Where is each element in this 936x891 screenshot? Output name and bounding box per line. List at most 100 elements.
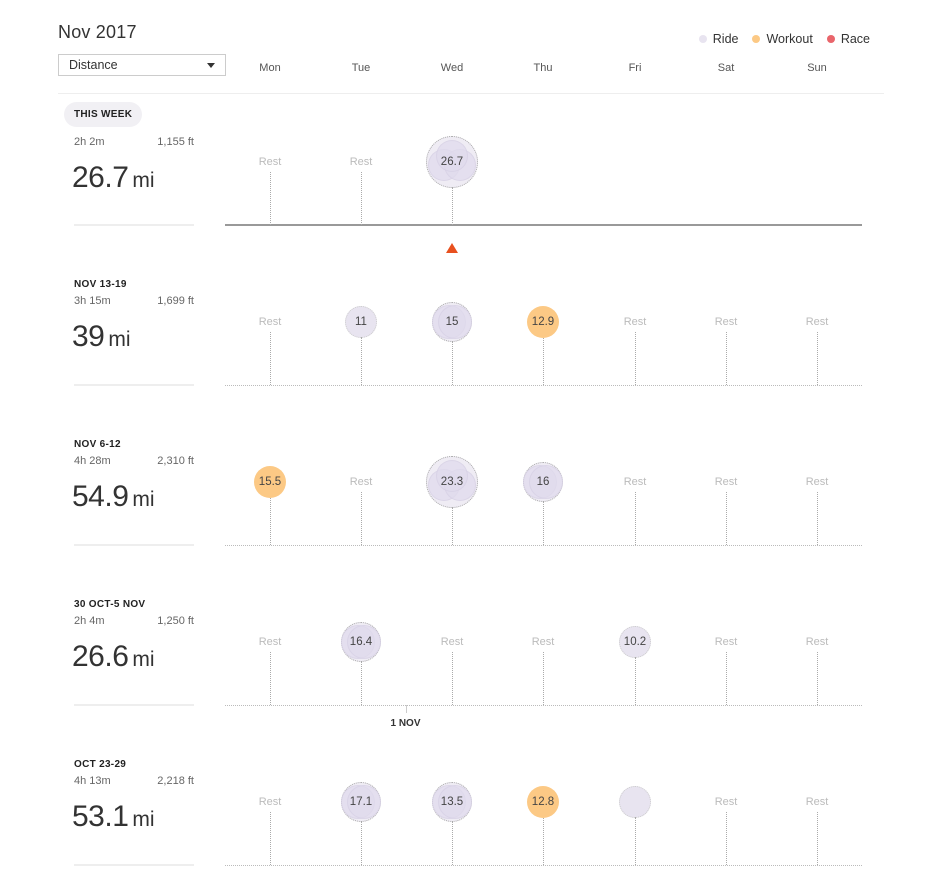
rest-label: Rest [258,796,282,808]
week-distance: 53.1 mi [72,800,155,834]
rest-label: Rest [714,316,738,328]
workout-bubble[interactable]: 12.8 [527,786,559,818]
week-baseline [225,865,862,866]
bubble-value: 16.4 [349,636,373,648]
day-header-fri: Fri [628,62,642,74]
page-title: Nov 2017 [58,22,137,42]
week-divider [74,384,194,386]
day-stem [726,332,727,385]
legend: Ride Workout Race [698,32,870,46]
bubble-value: 17.1 [349,796,373,808]
ride-bubble[interactable]: 15 [432,302,472,342]
day-header-tue: Tue [351,62,371,74]
day-stem [635,817,636,865]
ride-bubble[interactable]: 16 [523,462,563,502]
legend-dot-icon [826,35,835,43]
legend-item-race: Race [826,32,870,46]
week-label: NOV 13-19 [74,279,127,290]
month-marker-label: 1 NOV [390,718,421,729]
ride-bubble[interactable]: 10.2 [619,626,651,658]
day-stem [270,172,271,225]
week-time: 2h 2m [74,136,105,148]
week-elevation: 1,155 ft [157,136,194,148]
week-label: OCT 23-29 [74,759,127,770]
bubble-value: 11 [355,316,367,328]
day-stem [726,492,727,545]
week-distance: 26.6 mi [72,640,155,674]
week-baseline [225,224,862,226]
day-stem [452,507,453,545]
bubble-value: 23.3 [440,476,464,488]
week-label: THIS WEEK [64,102,143,127]
ride-bubble[interactable]: 17.1 [341,782,381,822]
day-stem [543,818,544,865]
day-stem [543,652,544,705]
rest-label: Rest [258,636,282,648]
bubble-value: 15 [445,316,459,328]
week-distance-unit: mi [132,648,155,671]
day-stem [361,172,362,225]
week-time: 4h 28m [74,455,111,467]
legend-label: Ride [712,32,739,46]
ride-bubble[interactable]: 16.4 [341,622,381,662]
rest-label: Rest [623,316,647,328]
workout-bubble[interactable]: 12.9 [527,306,559,338]
header-divider [58,93,884,94]
legend-label: Workout [766,32,813,46]
day-stem [361,492,362,545]
bubble-value: 15.5 [258,476,282,488]
rest-label: Rest [714,476,738,488]
legend-item-workout: Workout [752,32,813,46]
week-label: NOV 6-12 [74,439,121,450]
week-time: 3h 15m [74,295,111,307]
day-header-wed: Wed [440,62,464,74]
week-elevation: 1,699 ft [157,295,194,307]
day-stem [817,492,818,545]
day-headers: Mon Tue Wed Thu Fri Sat Sun [0,62,936,76]
rest-label: Rest [805,796,829,808]
day-stem [452,652,453,705]
bubble-value: 10.2 [623,636,647,648]
day-header-mon: Mon [259,62,281,74]
week-distance-unit: mi [132,488,155,511]
day-stem [361,821,362,865]
day-stem [543,501,544,545]
week-distance-unit: mi [108,328,131,351]
rest-label: Rest [805,316,829,328]
week-time: 4h 13m [74,775,111,787]
rest-label: Rest [805,636,829,648]
day-stem [452,821,453,865]
week-distance: 54.9 mi [72,480,155,514]
week-time: 2h 4m [74,615,105,627]
day-stem [452,187,453,225]
rest-label: Rest [623,476,647,488]
day-stem [270,652,271,705]
workout-bubble[interactable]: 15.5 [254,466,286,498]
ride-bubble[interactable]: 11 [345,306,377,338]
ride-bubble[interactable]: 23.3 [426,456,478,508]
day-stem [452,341,453,385]
day-stem [635,332,636,385]
week-distance-value: 39 [72,320,105,353]
legend-dot-icon [752,35,761,43]
ride-bubble[interactable] [619,786,651,818]
week-divider [74,864,194,866]
week-distance: 26.7 mi [72,161,155,195]
week-divider [74,224,194,226]
week-divider [74,544,194,546]
week-baseline [225,385,862,386]
bubble-value: 13.5 [440,796,464,808]
day-stem [361,661,362,705]
day-header-sun: Sun [807,62,827,74]
week-distance-unit: mi [132,808,155,831]
week-distance-value: 53.1 [72,800,129,833]
ride-bubble[interactable]: 13.5 [432,782,472,822]
week-elevation: 1,250 ft [157,615,194,627]
legend-dot-icon [698,35,707,43]
ride-bubble[interactable]: 26.7 [426,136,478,188]
week-baseline [225,705,862,706]
rest-label: Rest [440,636,464,648]
month-marker-tick [405,705,407,713]
legend-label: Race [840,32,870,46]
rest-label: Rest [531,636,555,648]
